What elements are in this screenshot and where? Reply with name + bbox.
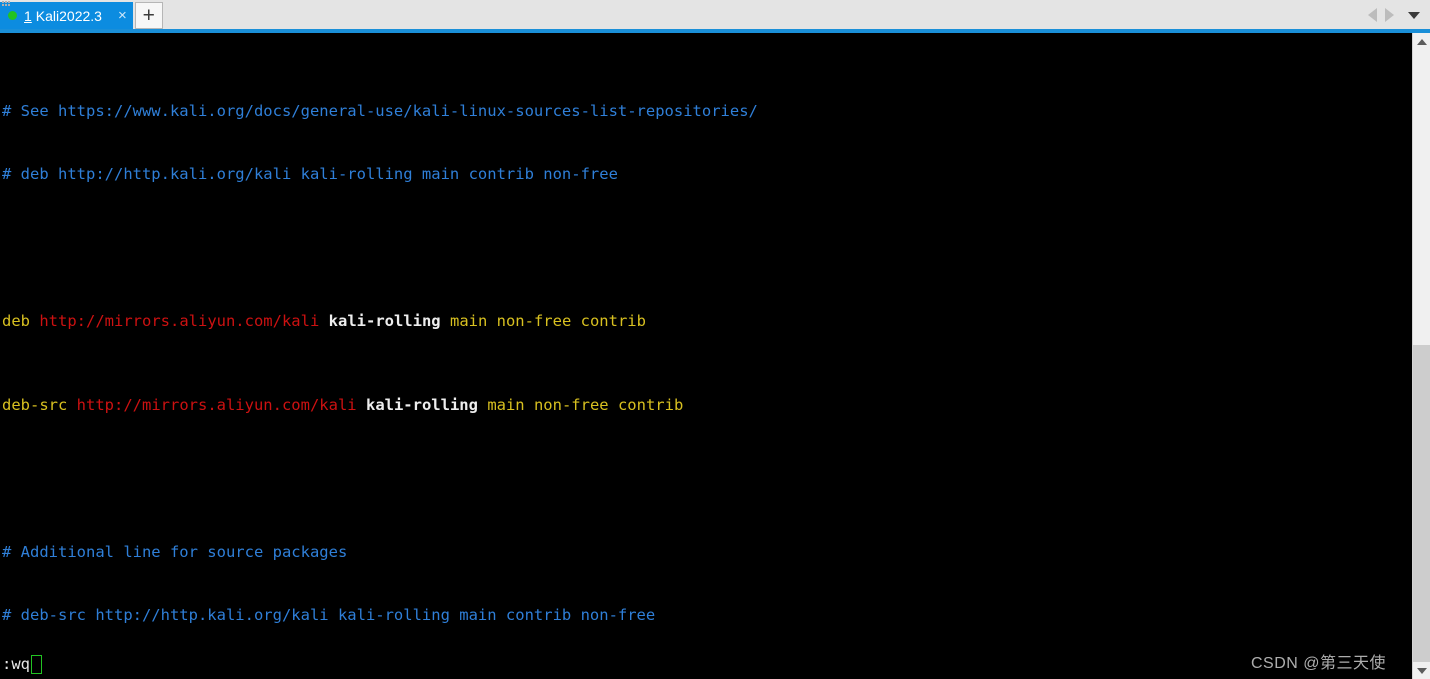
text-cursor [31,655,42,674]
chevron-right-icon[interactable] [1385,8,1394,22]
editor-line: deb http://mirrors.aliyun.com/kali kali-… [2,311,1412,332]
editor-line: # Additional line for source packages [2,542,1412,563]
tab-bar: 1 Kali2022.3 × + [0,0,1430,29]
repo-target: kali-rolling [328,312,441,330]
repo-target: kali-rolling [365,396,478,414]
editor-line: deb-src http://mirrors.aliyun.com/kali k… [2,395,1412,416]
vim-editor-buffer: # See https://www.kali.org/docs/general-… [0,33,1412,679]
terminal-viewport[interactable]: # See https://www.kali.org/docs/general-… [0,33,1412,679]
repo-url: http://mirrors.aliyun.com/kali [76,396,357,414]
tabbar-controls [1368,4,1426,26]
repo-components: main non-free contrib [449,312,646,330]
editor-line: # See https://www.kali.org/docs/general-… [2,101,1412,122]
repo-keyword: deb [2,312,30,330]
session-status-dot-icon [8,11,17,20]
tab-index-label: 1 [24,7,32,24]
vertical-scrollbar[interactable] [1412,33,1430,679]
vim-command-text: :wq [2,655,30,673]
window-grip-handle[interactable] [2,1,12,9]
scroll-down-icon[interactable] [1413,662,1430,679]
comment-text: # deb-src http://http.kali.org/kali kali… [2,606,656,624]
close-icon[interactable]: × [118,8,127,23]
tab-list: 1 Kali2022.3 × + [0,0,163,29]
terminal-window: 1 Kali2022.3 × + # See https://www.kali.… [0,0,1430,679]
editor-line: # deb-src http://http.kali.org/kali kali… [2,605,1412,626]
chevron-down-icon[interactable] [1408,11,1420,19]
editor-line: # deb http://http.kali.org/kali kali-rol… [2,164,1412,185]
tab-kali2022-3[interactable]: 1 Kali2022.3 × [0,2,133,29]
tab-title-label: Kali2022.3 [35,7,102,24]
chevron-left-icon[interactable] [1368,8,1377,22]
comment-text: # deb http://http.kali.org/kali kali-rol… [2,165,618,183]
vim-status-line: :wq [2,654,42,675]
scroll-up-icon[interactable] [1413,33,1430,50]
scrollbar-thumb[interactable] [1413,345,1430,662]
repo-url: http://mirrors.aliyun.com/kali [39,312,320,330]
comment-text: # Additional line for source packages [2,543,348,561]
comment-text: # See https://www.kali.org/docs/general-… [2,102,758,120]
repo-components: main non-free contrib [487,396,684,414]
new-tab-button[interactable]: + [134,2,163,29]
repo-keyword: deb-src [2,396,68,414]
